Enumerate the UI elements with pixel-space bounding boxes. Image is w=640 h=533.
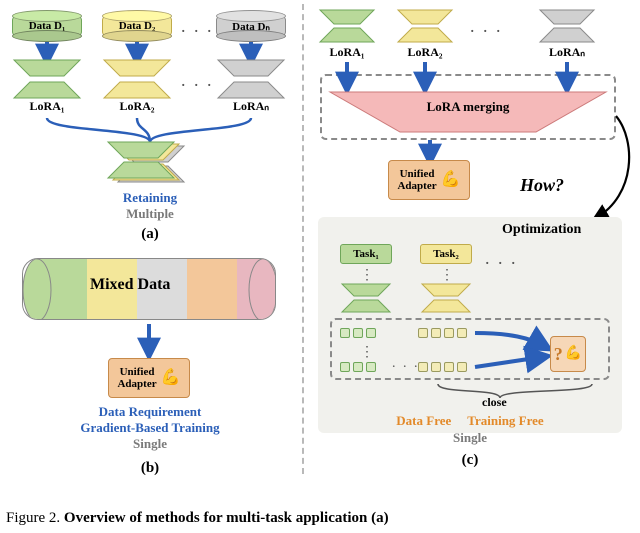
panel-c-tag-1: Data Free <box>396 413 451 428</box>
figure-number: Figure 2. <box>6 510 60 526</box>
panel-b-tag-3: Single <box>40 436 260 452</box>
panel-b-tags: Data Requirement Gradient-Based Training… <box>40 404 260 452</box>
panel-c-tag-3: Single <box>340 430 600 446</box>
panel-b-tag-2: Gradient-Based Training <box>40 420 260 436</box>
panel-b-adapter-label: Unified Adapter <box>117 366 156 390</box>
panel-c-close-label: close <box>482 396 507 409</box>
figure-canvas: Data D₁ Data D₂ . . . Data Dₙ . . . LoRA… <box>0 0 640 533</box>
panel-c-tag-2: Training Free <box>467 413 543 428</box>
panel-b-adapter: Unified Adapter 💪 <box>108 358 190 398</box>
figure-caption: Figure 2. Overview of methods for multi-… <box>0 510 640 527</box>
panel-b-tag-1: Data Requirement <box>40 404 260 420</box>
panel-b-letter: (b) <box>130 460 170 477</box>
panel-c-letter: (c) <box>450 452 490 469</box>
panel-c-tags: Data Free Training Free Single <box>340 412 600 446</box>
flex-bicep-icon: 💪 <box>161 370 181 386</box>
figure-title: Overview of methods for multi-task appli… <box>64 510 389 526</box>
